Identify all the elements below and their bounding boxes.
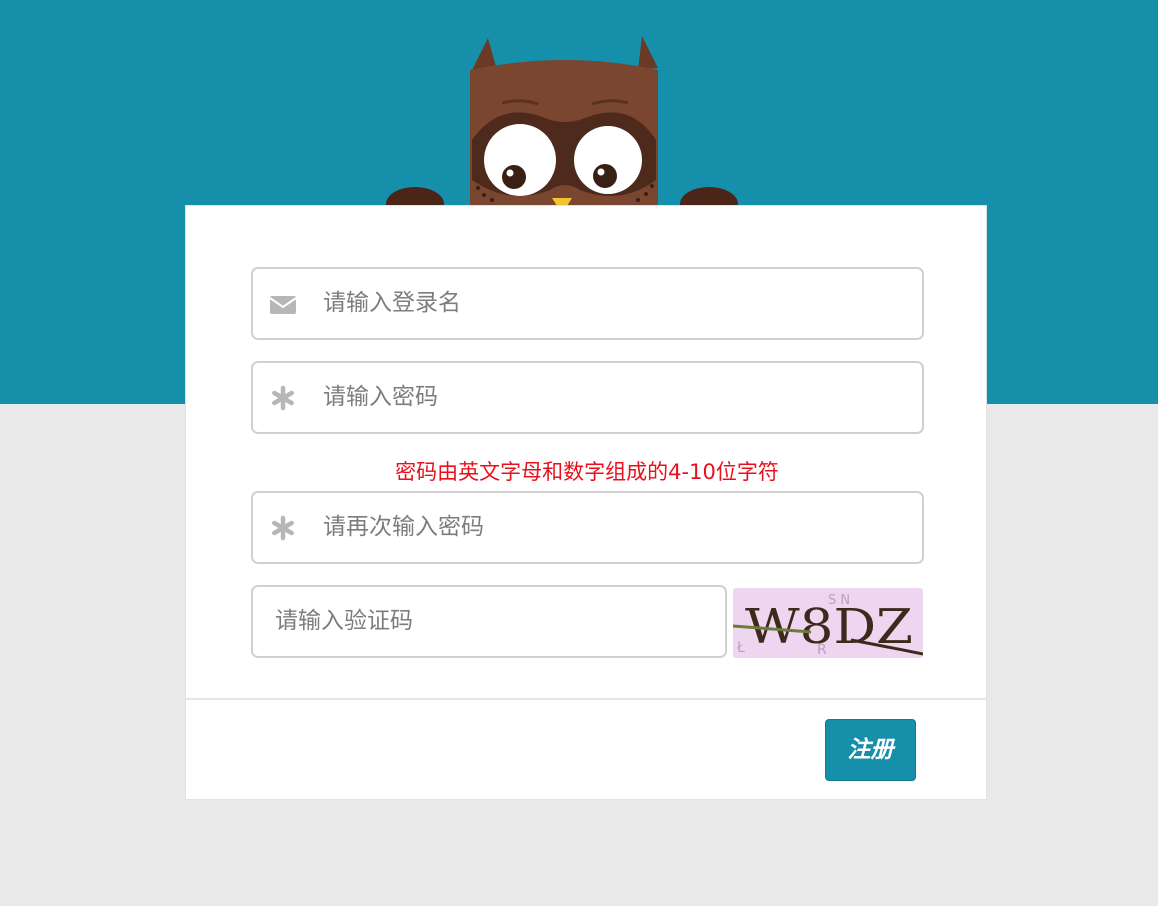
confirm-password-field[interactable]: 请再次输入密码 — [251, 491, 924, 564]
footer-divider — [186, 698, 986, 700]
username-field[interactable]: 请输入登录名 — [251, 267, 924, 340]
captcha-placeholder: 请输入验证码 — [275, 608, 413, 634]
confirm-password-placeholder: 请再次输入密码 — [323, 514, 484, 540]
asterisk-icon — [269, 515, 297, 541]
username-placeholder: 请输入登录名 — [323, 290, 461, 316]
svg-text:Ł: Ł — [736, 640, 745, 656]
password-placeholder: 请输入密码 — [323, 384, 438, 410]
owl-mascot — [380, 30, 750, 230]
envelope-icon — [269, 291, 297, 317]
register-button[interactable]: 注册 — [825, 719, 916, 781]
register-card: 请输入登录名 请输入密码 密码由英文字母和数字组成的4-10位字符 请再次输入密… — [185, 205, 987, 800]
asterisk-icon — [269, 385, 297, 411]
password-field[interactable]: 请输入密码 — [251, 361, 924, 434]
captcha-image[interactable]: S N R Ł W8DZ — [733, 588, 923, 658]
captcha-field[interactable]: 请输入验证码 — [251, 585, 727, 658]
password-hint: 密码由英文字母和数字组成的4-10位字符 — [395, 460, 779, 484]
